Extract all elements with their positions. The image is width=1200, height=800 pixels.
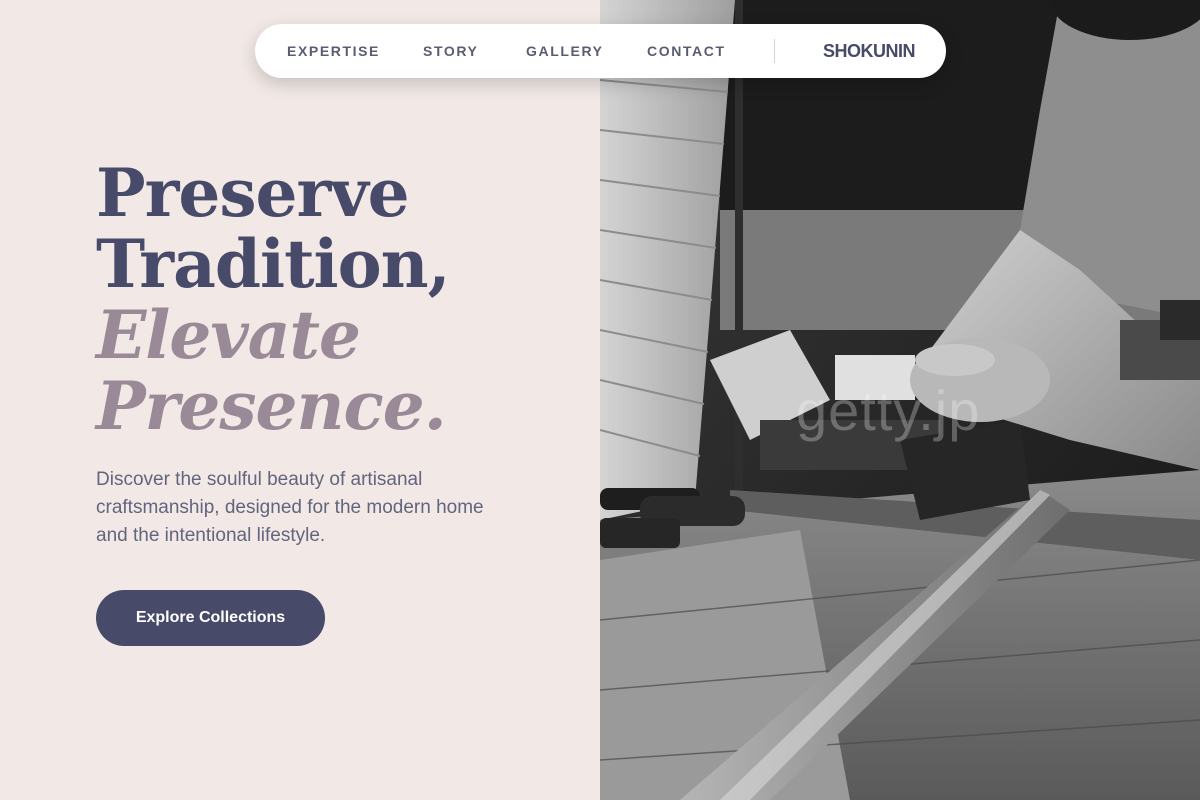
nav-contact-link[interactable]: CONTACT xyxy=(647,24,726,78)
hero-headline: Preserve Tradition, Elevate Presence. xyxy=(96,154,451,445)
brand-logo[interactable]: SHOKUNIN xyxy=(823,24,916,78)
top-navigation: EXPERTISE STORY GALLERY CONTACT SHOKUNIN xyxy=(255,24,946,78)
explore-collections-button[interactable]: Explore Collections xyxy=(96,590,325,646)
photo-watermark: getty.jp xyxy=(796,379,981,442)
nav-expertise-link[interactable]: EXPERTISE xyxy=(287,24,380,78)
nav-story-link[interactable]: STORY xyxy=(423,24,478,78)
headline-line-presence: Presence. xyxy=(96,367,447,445)
hero-section: Preserve Tradition, Elevate Presence. Di… xyxy=(0,0,600,800)
headline-line-tradition: Tradition, xyxy=(96,225,451,303)
headline-line-elevate: Elevate xyxy=(96,296,361,374)
headline-line-preserve: Preserve xyxy=(96,154,410,232)
nav-divider xyxy=(774,39,775,63)
hero-description: Discover the soulful beauty of artisanal… xyxy=(96,469,484,546)
nav-gallery-link[interactable]: GALLERY xyxy=(526,24,604,78)
hero-photo: getty.jp xyxy=(600,0,1200,800)
